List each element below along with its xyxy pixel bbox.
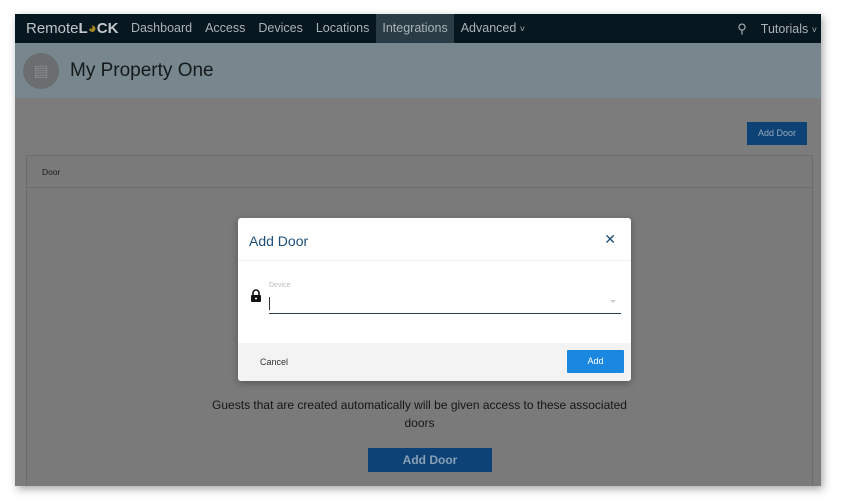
top-navbar: RemoteL◕CK Dashboard Access Devices Loca… <box>15 14 821 43</box>
device-select[interactable] <box>269 293 621 314</box>
search-icon[interactable]: ⚲ <box>737 21 747 37</box>
tutorials-menu[interactable]: Tutorials ˅ <box>761 22 817 36</box>
page-title: My Property One <box>70 59 214 81</box>
lock-icon <box>251 289 261 302</box>
chevron-down-icon: ˅ <box>519 24 526 34</box>
nav-devices[interactable]: Devices <box>252 14 309 43</box>
remotelock-logo[interactable]: RemoteL◕CK <box>26 20 118 37</box>
nav-dashboard[interactable]: Dashboard <box>124 14 198 43</box>
empty-message: Guests that are created automatically wi… <box>212 398 627 430</box>
page-header: ▤ My Property One <box>15 43 821 98</box>
chevron-down-icon: ˅ <box>811 24 817 35</box>
close-icon[interactable]: ✕ <box>604 231 616 248</box>
device-label: Device <box>269 282 291 289</box>
add-door-modal: Add Door ✕ Device Cancel Add <box>238 218 631 381</box>
nav-locations[interactable]: Locations <box>309 14 376 43</box>
modal-title: Add Door <box>249 233 309 249</box>
add-door-button[interactable]: Add Door <box>747 122 807 145</box>
nav-access[interactable]: Access <box>199 14 252 43</box>
add-button[interactable]: Add <box>567 350 624 373</box>
dropdown-caret-icon <box>610 300 616 303</box>
cancel-button[interactable]: Cancel <box>260 357 288 367</box>
nav-advanced[interactable]: Advanced ˅ <box>454 14 531 43</box>
add-door-button-bottom[interactable]: Add Door <box>368 448 492 472</box>
property-icon: ▤ <box>23 52 59 89</box>
nav-integrations[interactable]: Integrations <box>375 14 455 43</box>
column-header-door: Door <box>27 156 812 188</box>
